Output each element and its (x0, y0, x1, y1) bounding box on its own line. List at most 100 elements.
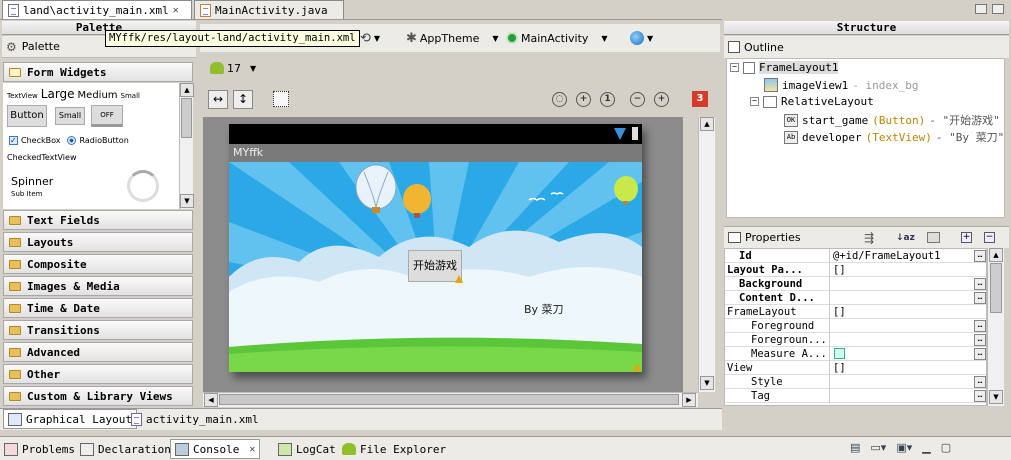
widget-toggle-button[interactable]: OFF (91, 105, 123, 127)
widget-small-text[interactable]: Small (121, 92, 140, 100)
tab-declaration[interactable]: Declaration (80, 439, 171, 459)
scroll-up-icon[interactable]: ▲ (989, 248, 1003, 262)
property-row-id[interactable]: Id @+id/FrameLayout1… (725, 248, 986, 263)
property-row-foreground[interactable]: Foreground… (725, 318, 986, 333)
scroll-down-icon[interactable]: ▼ (180, 194, 194, 208)
property-row-style[interactable]: Style… (725, 374, 986, 389)
tab-mainactivity-java[interactable]: MainActivity.java (194, 0, 344, 19)
more-icon[interactable]: … (974, 389, 986, 402)
more-icon[interactable]: … (974, 347, 986, 360)
checkbox-icon[interactable]: ✓ (9, 136, 18, 145)
widget-large-text[interactable]: Large (41, 87, 75, 101)
tab-file-explorer[interactable]: File Explorer (342, 439, 446, 459)
outline-node-imageview[interactable]: imageView1 - index_bg (764, 78, 918, 92)
palette-category-custom-library[interactable]: Custom & Library Views (3, 386, 193, 406)
property-value[interactable] (830, 319, 974, 333)
widget-checkbox[interactable]: CheckBox (21, 136, 60, 145)
property-value[interactable] (830, 277, 974, 291)
palette-category-composite[interactable]: Composite (3, 254, 193, 274)
palette-category-transitions[interactable]: Transitions (3, 320, 193, 340)
scroll-up-icon[interactable]: ▲ (180, 83, 194, 97)
display-console-icon[interactable]: ▭▾ (870, 441, 886, 454)
more-icon[interactable]: … (974, 333, 986, 346)
sort-az-icon[interactable]: ↓az (896, 233, 915, 243)
palette-category-time-date[interactable]: Time & Date (3, 298, 193, 318)
checkbox-icon[interactable] (834, 348, 845, 359)
scroll-right-icon[interactable]: ▶ (682, 393, 696, 407)
tab-console[interactable]: Console ✕ (170, 439, 261, 459)
start-game-button[interactable]: 开始游戏 (408, 250, 462, 282)
radio-icon[interactable] (67, 136, 77, 145)
more-icon[interactable]: … (974, 249, 986, 262)
tab-problems[interactable]: Problems (4, 439, 75, 459)
widget-medium-text[interactable]: Medium (78, 90, 118, 101)
widget-spinner[interactable]: Spinner (11, 175, 53, 188)
toggle-height-button[interactable]: ↕ (233, 90, 253, 109)
gear-icon[interactable]: ⚙ (6, 40, 17, 54)
palette-scrollbar[interactable]: ▲ ▼ (179, 83, 194, 209)
property-row-view[interactable]: View[] (725, 360, 986, 375)
widget-checked-textview[interactable]: CheckedTextView (7, 153, 77, 162)
activity-dropdown[interactable]: MainActivity ▼ (506, 28, 608, 48)
property-value[interactable] (830, 375, 974, 389)
scroll-down-icon[interactable]: ▼ (700, 376, 714, 390)
palette-category-other[interactable]: Other (3, 364, 193, 384)
widget-small-button[interactable]: Small (55, 107, 85, 125)
maximize-icon[interactable] (992, 4, 1004, 14)
palette-category-text-fields[interactable]: Text Fields (3, 210, 193, 230)
property-value[interactable]: [] (830, 263, 986, 277)
collapse-icon[interactable]: − (730, 63, 739, 72)
collapse-all-icon[interactable]: − (984, 232, 995, 243)
property-row-layout-params[interactable]: Layout Pa...[] (725, 262, 986, 277)
widget-radiobutton[interactable]: RadioButton (79, 136, 128, 145)
property-value[interactable] (830, 291, 974, 305)
property-row-tag[interactable]: Tag… (725, 388, 986, 403)
widget-button[interactable]: Button (7, 105, 47, 127)
api-level-dropdown[interactable]: 17 ▼ (210, 58, 256, 78)
property-value[interactable] (830, 333, 974, 347)
property-value[interactable]: @+id/FrameLayout1 (830, 249, 974, 263)
collapse-icon[interactable]: − (750, 97, 759, 106)
locale-dropdown[interactable]: ▼ (630, 28, 653, 48)
theme-dropdown[interactable]: ✱ AppTheme ▼ (406, 28, 499, 48)
canvas-vscroll[interactable]: ▲ ▼ (698, 117, 715, 392)
console-action-icons[interactable]: ▤ ▭▾ ▣▾ ▁ ▢ (850, 441, 951, 454)
property-row-measure-all[interactable]: Measure A...… (725, 346, 986, 361)
property-row-background[interactable]: Background… (725, 276, 986, 291)
more-icon[interactable]: … (974, 375, 986, 388)
zoom-real-icon[interactable]: + (576, 92, 591, 107)
close-icon[interactable]: ✕ (173, 5, 179, 16)
tab-activity-main-xml[interactable]: land\activity_main.xml ✕ (2, 0, 192, 19)
toggle-width-button[interactable]: ↔ (208, 90, 228, 109)
outline-node-start-game[interactable]: OK start_game (Button) - "开始游戏" (784, 112, 1000, 128)
scroll-left-icon[interactable]: ◀ (204, 393, 218, 407)
new-console-icon[interactable]: ▣▾ (896, 441, 912, 454)
maximize-icon[interactable]: ▢ (941, 441, 951, 454)
properties-scrollbar[interactable]: ▲ ▼ (987, 248, 1004, 406)
minimize-icon[interactable]: ▁ (922, 441, 930, 454)
show-margins-button[interactable] (273, 91, 289, 107)
widget-textview[interactable]: TextView (7, 92, 38, 100)
tab-logcat[interactable]: LogCat (278, 439, 336, 459)
palette-category-advanced[interactable]: Advanced (3, 342, 193, 362)
property-value[interactable] (830, 347, 974, 361)
more-icon[interactable]: … (974, 319, 986, 332)
zoom-100-icon[interactable]: 1 (600, 92, 615, 107)
config-chooser-button[interactable]: ⟲ ▼ (360, 28, 380, 48)
canvas-hscroll[interactable]: ◀ ▶ (203, 392, 698, 407)
palette-category-images-media[interactable]: Images & Media (3, 276, 193, 296)
outline-node-developer[interactable]: Ab developer (TextView) - "By 菜刀" (784, 129, 1004, 145)
property-value[interactable]: [] (830, 361, 986, 375)
zoom-in-icon[interactable]: + (654, 92, 669, 107)
error-count-badge[interactable]: 3 (692, 91, 708, 107)
filter-icon[interactable]: ⇶ (864, 231, 874, 245)
tab-activity-main-xml-source[interactable]: activity_main.xml (131, 409, 259, 429)
property-row-framelayout[interactable]: FrameLayout[] (725, 304, 986, 319)
zoom-out-icon[interactable]: − (630, 92, 645, 107)
palette-category-form-widgets[interactable]: Form Widgets (3, 62, 193, 82)
close-icon[interactable]: ✕ (249, 444, 255, 455)
advanced-icon[interactable] (927, 232, 940, 243)
developer-label[interactable]: By 菜刀 (524, 301, 564, 317)
widget-progress-circle[interactable] (127, 170, 159, 202)
property-row-foreground-gravity[interactable]: Foregroun...… (725, 332, 986, 347)
